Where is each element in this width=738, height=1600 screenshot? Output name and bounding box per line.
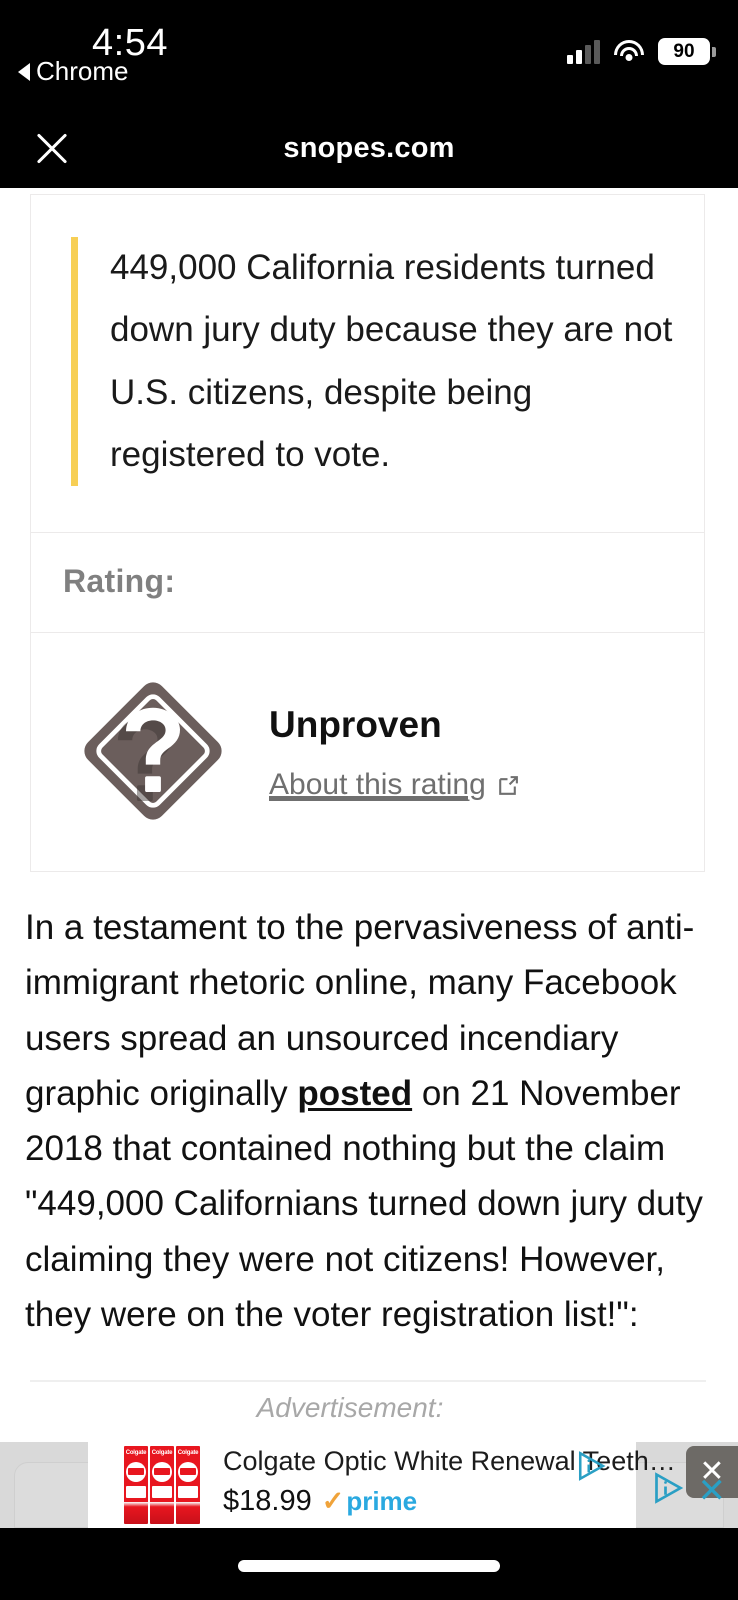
ad-divider — [30, 1380, 706, 1382]
product-brand-label: Colgate — [125, 1450, 147, 1456]
page-content: 449,000 California residents turned down… — [0, 188, 738, 1478]
product-strip — [178, 1486, 198, 1498]
prime-label: prime — [346, 1486, 418, 1517]
signal-bars-icon — [567, 39, 600, 64]
browser-header: snopes.com — [0, 100, 738, 188]
posted-link[interactable]: posted — [297, 1074, 412, 1113]
product-disc — [126, 1462, 146, 1482]
claim-section: 449,000 California residents turned down… — [31, 195, 704, 532]
back-app-label: Chrome — [36, 56, 129, 86]
claim-text: 449,000 California residents turned down… — [110, 248, 673, 474]
about-this-rating-link[interactable]: About this rating — [269, 768, 520, 802]
battery-tip — [712, 46, 716, 57]
back-to-chrome-button[interactable]: Chrome — [18, 56, 128, 87]
external-link-icon — [495, 773, 520, 798]
status-bar: 4:54 Chrome 90 — [0, 0, 738, 100]
claim-quote-block: 449,000 California residents turned down… — [71, 237, 674, 487]
ad-banner[interactable]: Colgate Colgate Colgate Colgate Optic Wh… — [88, 1435, 676, 1528]
product-brand-label: Colgate — [151, 1450, 173, 1456]
verdict-name: Unproven — [269, 704, 442, 746]
article-paragraph: In a testament to the pervasiveness of a… — [25, 900, 715, 1342]
phone-screen: 4:54 Chrome 90 snopes.com 449,000 Califo… — [0, 0, 738, 1600]
product-strip — [152, 1486, 172, 1498]
page-title: snopes.com — [283, 132, 455, 164]
rating-section: Rating: — [31, 532, 704, 632]
product-box: Colgate — [124, 1446, 148, 1524]
question-mark-diamond-icon — [63, 661, 243, 841]
back-caret-icon — [18, 62, 30, 81]
verdict-text-block: Unproven About this rating — [269, 700, 520, 802]
status-bar-indicators: 90 — [567, 38, 716, 65]
product-disc — [178, 1462, 198, 1482]
prime-badge: ✓ prime — [322, 1486, 417, 1517]
product-brand-label: Colgate — [177, 1450, 199, 1456]
advertisement-label: Advertisement: — [256, 1392, 444, 1423]
ad-product-image: Colgate Colgate Colgate — [123, 1439, 201, 1524]
home-bar-area — [0, 1528, 738, 1600]
adchoices-icon[interactable] — [576, 1449, 610, 1488]
battery-icon: 90 — [658, 38, 716, 65]
ad-dismiss-icon[interactable]: ✕ — [698, 1474, 727, 1508]
ad-right-controls: ✕ — [652, 1470, 727, 1511]
about-this-rating-label: About this rating — [269, 768, 486, 802]
home-indicator[interactable] — [238, 1560, 500, 1572]
rating-label: Rating: — [63, 563, 176, 600]
ad-price: $18.99 — [223, 1485, 312, 1518]
battery-level-label: 90 — [658, 38, 710, 65]
claim-card: 449,000 California residents turned down… — [30, 194, 705, 873]
advertisement-zone: Advertisement: Colgate Colgate Colgate C… — [0, 1368, 738, 1528]
product-disc — [152, 1462, 172, 1482]
wifi-icon — [614, 40, 644, 63]
verdict-section: Unproven About this rating — [31, 632, 704, 871]
product-box: Colgate — [176, 1446, 200, 1524]
ad-price-row: $18.99 ✓ prime — [223, 1485, 676, 1518]
product-strip — [126, 1486, 146, 1498]
product-box: Colgate — [150, 1446, 174, 1524]
prime-check-icon: ✓ — [321, 1486, 345, 1517]
adchoices-icon[interactable] — [652, 1470, 688, 1511]
